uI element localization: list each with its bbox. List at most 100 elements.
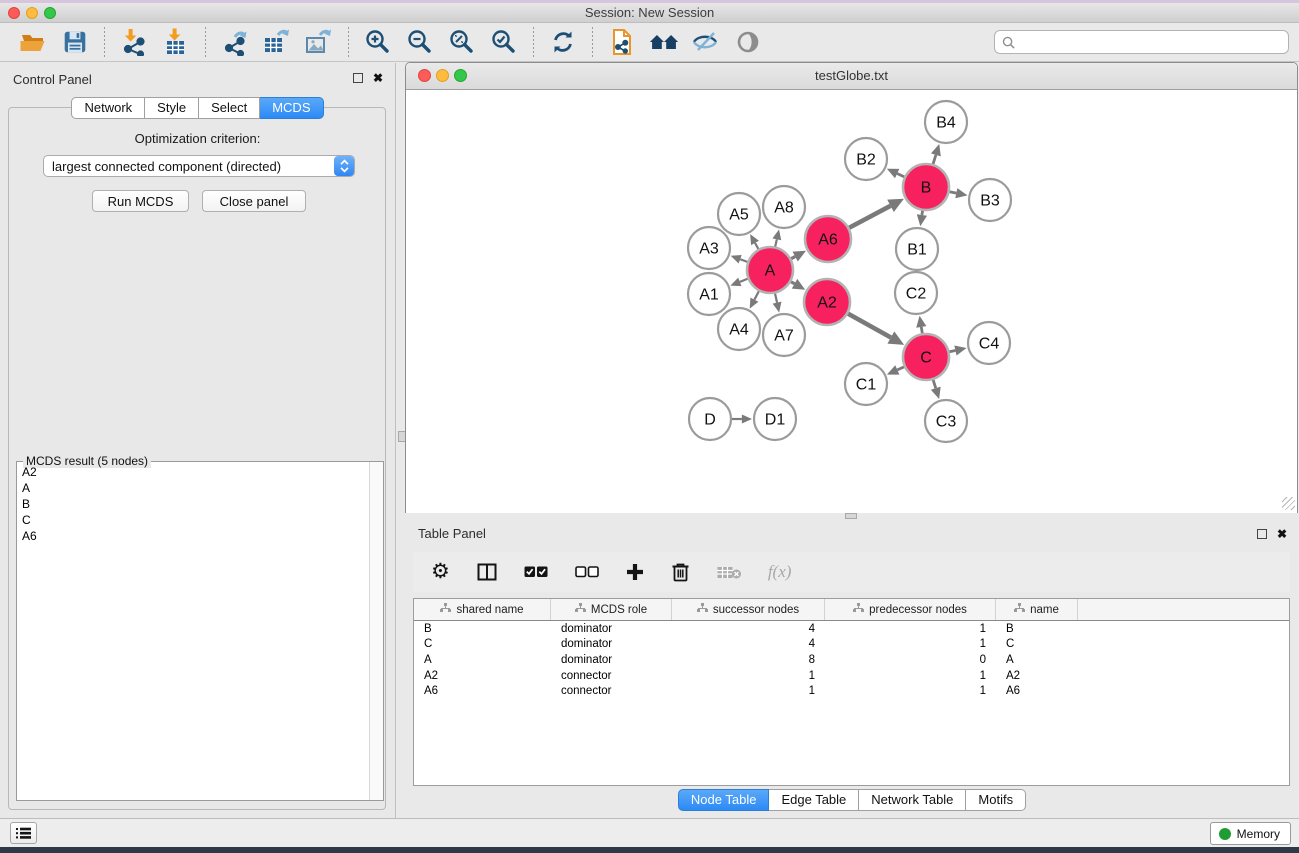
select-all-icon[interactable]: [524, 566, 548, 578]
task-history-button[interactable]: [10, 822, 37, 844]
table-row[interactable]: Cdominator41C: [414, 637, 1289, 653]
close-table-panel-icon[interactable]: ✖: [1277, 529, 1287, 539]
edge-A-A8[interactable]: [775, 239, 777, 246]
result-item[interactable]: A2: [17, 464, 370, 480]
gear-icon[interactable]: ⚙: [431, 562, 450, 582]
edge-arrowhead: [955, 188, 967, 198]
node-label-A5: A5: [729, 207, 749, 224]
table-row[interactable]: Bdominator41B: [414, 621, 1289, 637]
app-titlebar: Session: New Session: [0, 3, 1299, 23]
edge-B-B2[interactable]: [897, 174, 904, 177]
table-row[interactable]: A6connector11A6: [414, 683, 1289, 699]
result-scrollbar[interactable]: [369, 462, 383, 800]
node-label-B3: B3: [980, 193, 1000, 210]
table-cell: A2: [996, 670, 1078, 682]
tab-network[interactable]: Network: [71, 97, 145, 119]
node-label-B4: B4: [936, 115, 956, 132]
home-icon[interactable]: [649, 27, 679, 57]
delete-column-icon[interactable]: [671, 562, 690, 582]
refresh-network-icon[interactable]: [548, 27, 578, 57]
node-label-D: D: [704, 412, 716, 429]
export-image-icon[interactable]: [304, 27, 334, 57]
desktop-bottom-strip: [0, 847, 1299, 853]
zoom-selected-icon[interactable]: [489, 27, 519, 57]
edge-C-C3[interactable]: [933, 380, 936, 388]
edge-B-B1[interactable]: [922, 211, 923, 215]
criterion-dropdown[interactable]: largest connected component (directed): [43, 155, 355, 177]
table-cell: dominator: [551, 623, 672, 635]
edge-C-C4[interactable]: [949, 350, 955, 351]
edge-A-A7[interactable]: [775, 293, 777, 302]
result-item[interactable]: A: [17, 480, 370, 496]
column-header-successor-nodes[interactable]: successor nodes: [672, 599, 825, 620]
open-session-icon[interactable]: [18, 27, 48, 57]
tab-motifs[interactable]: Motifs: [966, 789, 1026, 811]
result-item[interactable]: A6: [17, 528, 370, 544]
tab-node-table[interactable]: Node Table: [678, 789, 770, 811]
edge-C-C1[interactable]: [897, 367, 904, 370]
window-resize-grip[interactable]: [1282, 497, 1295, 510]
close-panel-icon[interactable]: ✖: [373, 73, 383, 83]
mcds-result-list[interactable]: A2ABCA6: [17, 464, 370, 800]
edge-A6-B[interactable]: [849, 206, 890, 228]
column-header-predecessor-nodes[interactable]: predecessor nodes: [825, 599, 996, 620]
close-panel-button[interactable]: Close panel: [202, 190, 306, 212]
edge-A-A2[interactable]: [791, 282, 795, 284]
network-document-icon[interactable]: [607, 27, 637, 57]
edge-A-A3[interactable]: [740, 259, 747, 262]
function-builder-icon[interactable]: f(x): [768, 562, 792, 582]
edge-arrowhead: [773, 302, 782, 313]
edge-C-C2[interactable]: [921, 327, 922, 333]
import-network-icon[interactable]: [119, 27, 149, 57]
zoom-fit-icon[interactable]: [447, 27, 477, 57]
zoom-in-icon[interactable]: [363, 27, 393, 57]
result-item[interactable]: C: [17, 512, 370, 528]
column-header-shared-name[interactable]: shared name: [414, 599, 551, 620]
export-table-icon[interactable]: [262, 27, 292, 57]
tab-style[interactable]: Style: [145, 97, 199, 119]
float-table-panel-icon[interactable]: [1257, 529, 1267, 539]
memory-button[interactable]: Memory: [1210, 822, 1291, 845]
hide-panels-icon[interactable]: [691, 27, 721, 57]
delete-table-icon[interactable]: [717, 565, 741, 580]
import-table-icon[interactable]: [161, 27, 191, 57]
table-row[interactable]: A2connector11A2: [414, 668, 1289, 684]
column-header-name[interactable]: name: [996, 599, 1078, 620]
table-cell: A: [996, 654, 1078, 666]
save-session-icon[interactable]: [60, 27, 90, 57]
edge-A-A6[interactable]: [791, 257, 795, 259]
float-panel-icon[interactable]: [353, 73, 363, 83]
table-row[interactable]: Adominator80A: [414, 652, 1289, 668]
edge-arrowhead: [730, 278, 741, 286]
tab-network-table[interactable]: Network Table: [859, 789, 966, 811]
node-table[interactable]: shared nameMCDS rolesuccessor nodesprede…: [413, 598, 1290, 786]
columns-icon[interactable]: [477, 563, 497, 581]
table-cell: 4: [672, 623, 825, 635]
edge-B-B4[interactable]: [933, 155, 936, 164]
search-field[interactable]: [994, 30, 1289, 54]
table-cell: A: [414, 654, 551, 666]
search-input[interactable]: [1019, 32, 1288, 52]
node-label-C1: C1: [856, 377, 877, 394]
edge-A-A4[interactable]: [754, 291, 758, 299]
tab-select[interactable]: Select: [199, 97, 260, 119]
edge-B-B3[interactable]: [950, 192, 957, 193]
column-header-MCDS-role[interactable]: MCDS role: [551, 599, 672, 620]
result-item[interactable]: B: [17, 496, 370, 512]
add-column-icon[interactable]: [626, 563, 644, 581]
node-table-header: shared nameMCDS rolesuccessor nodesprede…: [414, 599, 1289, 621]
network-canvas[interactable]: B4B2BB3A5A8A6A3AB1A1C2A2A4A7CC4C1C3DD1: [406, 90, 1297, 513]
run-mcds-button[interactable]: Run MCDS: [92, 190, 189, 212]
network-graph: B4B2BB3A5A8A6A3AB1A1C2A2A4A7CC4C1C3DD1: [406, 90, 1297, 513]
table-cell: dominator: [551, 638, 672, 650]
tab-edge-table[interactable]: Edge Table: [769, 789, 859, 811]
zoom-out-icon[interactable]: [405, 27, 435, 57]
network-window-titlebar[interactable]: testGlobe.txt: [406, 63, 1297, 90]
edge-A-A1[interactable]: [740, 279, 748, 282]
export-network-icon[interactable]: [220, 27, 250, 57]
edge-A2-C[interactable]: [848, 314, 891, 338]
deselect-all-icon[interactable]: [575, 566, 599, 578]
edge-A-A5[interactable]: [755, 243, 758, 249]
tab-mcds[interactable]: MCDS: [260, 97, 323, 119]
show-panels-icon[interactable]: [733, 27, 763, 57]
